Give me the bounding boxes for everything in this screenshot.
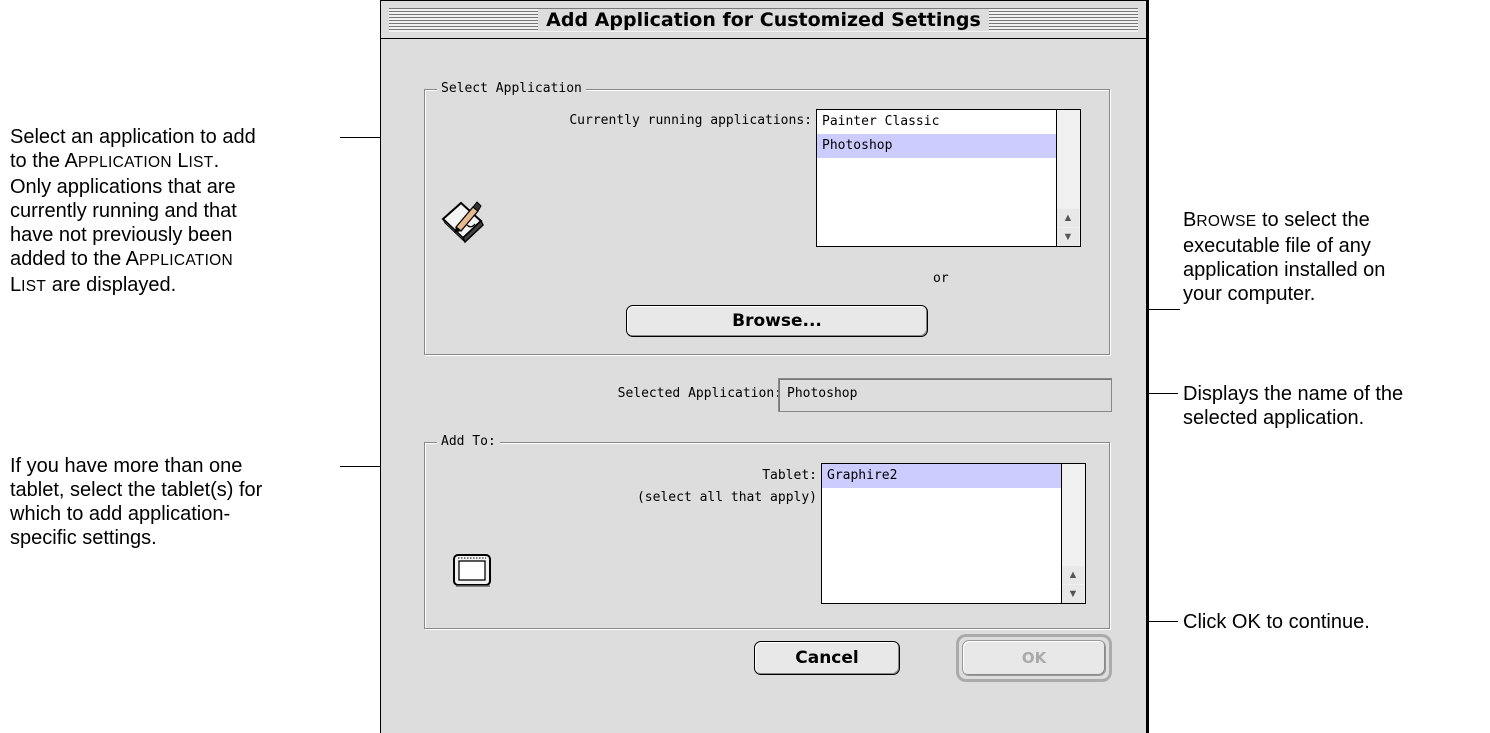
annotation-select-application: Select an application to add to the APPL… — [10, 125, 256, 299]
annotation-line: executable file of any — [1183, 235, 1371, 257]
annotation-line: specific settings. — [10, 527, 157, 549]
scroll-up-icon[interactable]: ▲ — [1057, 209, 1079, 227]
running-applications-list[interactable]: Painter Classic Photoshop ▲ ▼ — [816, 109, 1081, 247]
annotation-line: your computer. — [1183, 283, 1316, 305]
annotation-tablet: If you have more than one tablet, select… — [10, 454, 262, 550]
ok-button[interactable]: OK — [962, 640, 1106, 676]
running-applications-scrollbar[interactable]: ▲ ▼ — [1056, 110, 1080, 246]
annotation-selected-application: Displays the name of the selected applic… — [1183, 382, 1403, 430]
list-item-selected[interactable]: Graphire2 — [822, 464, 1061, 488]
tablet-label: Tablet: — [762, 468, 817, 483]
list-item-selected[interactable]: Photoshop — [817, 134, 1056, 158]
title-bar[interactable]: Add Application for Customized Settings — [381, 1, 1146, 39]
list-item[interactable]: Painter Classic — [817, 110, 1056, 134]
annotation-ok: Click OK to continue. — [1183, 610, 1370, 634]
annotation-line: which to add application- — [10, 503, 231, 525]
running-applications-label: Currently running applications: — [569, 113, 812, 128]
annotation-line: application installed on — [1183, 259, 1386, 281]
title-bar-stripes — [389, 8, 1138, 32]
tablet-icon — [452, 553, 492, 589]
annotation-line: have not previously been — [10, 224, 233, 246]
select-application-group: Select Application Currently running app… — [424, 81, 1110, 355]
annotation-line: selected application. — [1183, 407, 1365, 429]
selected-application-label: Selected Application: — [617, 386, 782, 401]
annotation-line: added to the APPLICATION — [10, 248, 234, 270]
annotation-line: LIST are displayed. — [10, 274, 177, 296]
scroll-down-icon[interactable]: ▼ — [1062, 585, 1084, 603]
annotation-line: Displays the name of the — [1183, 383, 1404, 405]
annotation-browse: BROWSE to select the executable file of … — [1183, 208, 1385, 306]
scroll-up-icon[interactable]: ▲ — [1062, 566, 1084, 584]
scroll-down-icon[interactable]: ▼ — [1057, 228, 1079, 246]
or-label: or — [933, 271, 949, 286]
annotation-line: Click OK to continue. — [1183, 611, 1370, 633]
browse-button[interactable]: Browse... — [626, 305, 928, 337]
tablet-hint: (select all that apply) — [636, 490, 817, 505]
cancel-button[interactable]: Cancel — [754, 641, 900, 675]
tablet-list-scrollbar[interactable]: ▲ ▼ — [1061, 464, 1085, 603]
dialog-window: Add Application for Customized Settings … — [380, 0, 1149, 733]
selected-application-field: Photoshop — [778, 378, 1112, 412]
annotation-line: BROWSE to select the — [1183, 209, 1370, 231]
annotation-line: to the APPLICATION LIST. — [10, 150, 220, 172]
annotation-line: If you have more than one — [10, 455, 243, 477]
select-application-group-label: Select Application — [437, 81, 586, 97]
add-to-group: Add To: Tablet: (select all that apply) … — [424, 434, 1110, 629]
annotation-line: currently running and that — [10, 200, 237, 222]
annotation-line: Select an application to add — [10, 126, 256, 148]
pen-application-icon — [437, 194, 487, 244]
tablet-list[interactable]: Graphire2 ▲ ▼ — [821, 463, 1086, 604]
annotation-line: Only applications that are — [10, 176, 236, 198]
add-to-group-label: Add To: — [437, 434, 500, 450]
annotation-line: tablet, select the tablet(s) for — [10, 479, 263, 501]
